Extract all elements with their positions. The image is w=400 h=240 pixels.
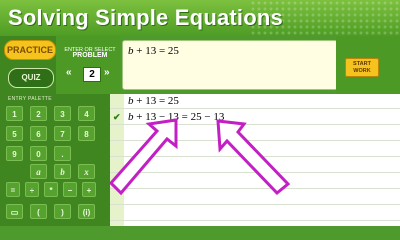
right-annotation-arrow xyxy=(216,119,291,196)
left-annotation-arrow xyxy=(108,118,178,196)
annotation-arrows xyxy=(108,118,291,196)
